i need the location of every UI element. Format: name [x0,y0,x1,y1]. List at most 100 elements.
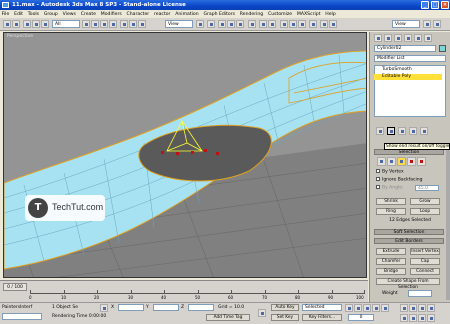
menu-animation[interactable]: Animation [175,12,198,17]
menu-tools[interactable]: Tools [28,12,39,17]
loop-button[interactable]: Loop [410,208,440,215]
link-icon[interactable] [23,20,31,28]
by-vertex-checkbox[interactable]: By Vertex [376,169,404,176]
grow-button[interactable]: Grow [410,198,440,205]
curve-editor-icon[interactable] [289,20,297,28]
angle-spinner[interactable]: 45.0 [415,185,439,191]
render-scene-icon[interactable] [320,20,328,28]
maximize-viewport-icon[interactable] [427,314,435,322]
object-name-field[interactable]: Cylinder02 [374,45,436,52]
close-icon[interactable]: × [441,1,449,9]
display-tab-icon[interactable] [414,34,422,42]
material-editor-icon[interactable] [309,20,317,28]
ring-button[interactable]: Ring [376,208,406,215]
go-to-end-icon[interactable] [381,304,389,312]
maximize-icon[interactable]: □ [431,1,439,9]
make-unique-icon[interactable] [398,127,406,135]
vertex-mode-icon[interactable] [377,157,386,166]
menu-group[interactable]: Group [44,12,58,17]
modifier-list-dropdown[interactable]: Modifier List [374,55,446,62]
menu-views[interactable]: Views [63,12,76,17]
show-end-result-icon[interactable] [387,127,395,135]
menu-reactor[interactable]: reactor [154,12,170,17]
polygon-mode-icon[interactable] [407,157,416,166]
soft-selection-rollout[interactable]: Soft Selection [374,229,444,235]
stack-item-turbosmooth[interactable]: TurboSmooth [374,67,442,73]
render-type-dropdown[interactable]: View [392,20,420,28]
menu-customize[interactable]: Customize [268,12,292,17]
schematic-view-icon[interactable] [298,20,306,28]
border-mode-icon[interactable] [397,157,406,166]
auto-key-button[interactable]: Auto Key [271,304,299,311]
pan-icon[interactable] [409,314,417,322]
remove-modifier-icon[interactable] [409,127,417,135]
shrink-button[interactable]: Shrink [376,198,406,205]
maxscript-mini-listener[interactable] [2,313,42,320]
add-time-tag-button[interactable]: Add Time Tag [206,314,250,321]
select-object-icon[interactable] [82,20,90,28]
zoom-extents-all-icon[interactable] [427,304,435,312]
viewport-label[interactable]: Perspective [7,34,33,39]
hierarchy-tab-icon[interactable] [394,34,402,42]
configure-sets-icon[interactable] [420,127,428,135]
next-frame-icon[interactable] [372,304,380,312]
window-crossing-icon[interactable] [109,20,117,28]
redo-icon[interactable] [12,20,20,28]
create-tab-icon[interactable] [374,34,382,42]
undo-icon[interactable] [3,20,11,28]
edge-mode-icon[interactable] [387,157,396,166]
cap-button[interactable]: Cap [410,258,440,265]
go-to-start-icon[interactable] [345,304,353,312]
lock-selection-icon[interactable] [100,304,108,312]
motion-tab-icon[interactable] [404,34,412,42]
create-shape-button[interactable]: Create Shape From Selection [376,278,440,290]
select-by-name-icon[interactable] [91,20,99,28]
key-filter-selected-dropdown[interactable]: Selected [302,304,342,311]
track-bar[interactable]: 0 10 20 30 40 50 60 70 80 90 100 [29,284,365,300]
align-icon[interactable] [268,20,276,28]
modify-tab-icon[interactable] [384,34,392,42]
selection-filter-dropdown[interactable]: All [52,20,80,28]
x-coordinate-field[interactable] [118,304,144,311]
minimize-icon[interactable]: _ [421,1,429,9]
perspective-viewport[interactable]: Perspective T TechTut.com [3,32,367,278]
zoom-icon[interactable] [400,304,408,312]
mirror-icon[interactable] [259,20,267,28]
move-icon[interactable] [120,20,128,28]
field-of-view-icon[interactable] [400,314,408,322]
pivot-center-icon[interactable] [196,20,204,28]
key-mode-icon[interactable] [258,309,266,317]
z-coordinate-field[interactable] [188,304,214,311]
element-mode-icon[interactable] [417,157,426,166]
menu-character[interactable]: Character [127,12,150,17]
ignore-backfacing-checkbox[interactable]: Ignore Backfacing [376,177,422,184]
key-filters-button[interactable]: Key Filters... [302,314,342,321]
menu-edit[interactable]: Edit [14,12,23,17]
edit-borders-rollout[interactable]: Edit Borders [374,238,444,244]
menu-graph-editors[interactable]: Graph Editors [203,12,235,17]
angle-snap-icon[interactable] [227,20,235,28]
quick-render-icon[interactable] [329,20,337,28]
menu-create[interactable]: Create [81,12,96,17]
menu-rendering[interactable]: Rendering [240,12,263,17]
named-selection-icon[interactable] [248,20,256,28]
current-frame-field[interactable]: 0 [348,314,374,321]
weight-spinner[interactable] [408,290,432,297]
panel-scrollbar[interactable] [446,150,450,300]
by-angle-checkbox[interactable]: By Angle: [376,185,404,192]
menu-maxscript[interactable]: MAXScript [297,12,321,17]
extrude-button[interactable]: Extrude [376,248,406,255]
menu-modifiers[interactable]: Modifiers [101,12,122,17]
layer-manager-icon[interactable] [280,20,288,28]
utilities-tab-icon[interactable] [424,34,432,42]
snap-toggle-icon[interactable] [218,20,226,28]
reference-coord-dropdown[interactable]: View [165,20,193,28]
play-icon[interactable] [363,304,371,312]
insert-vertex-button[interactable]: Insert Vertex [410,248,440,255]
stack-item-editable-poly[interactable]: Editable Poly [374,74,442,80]
bind-spacewarp-icon[interactable] [41,20,49,28]
previous-frame-icon[interactable] [354,304,362,312]
menu-help[interactable]: Help [325,12,335,17]
zoom-all-icon[interactable] [409,304,417,312]
scale-icon[interactable] [138,20,146,28]
